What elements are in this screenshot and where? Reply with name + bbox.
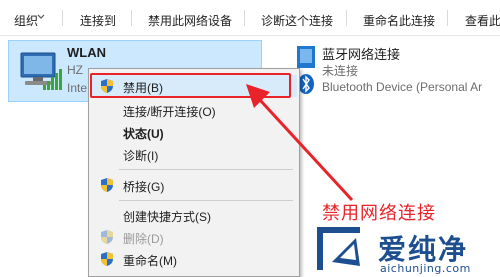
adapter-name: 蓝牙网络连接 bbox=[322, 47, 401, 62]
menu-item-label: 创建快捷方式(S) bbox=[123, 210, 211, 224]
uac-shield-icon bbox=[101, 252, 113, 266]
brand-logo-icon bbox=[317, 227, 360, 270]
rename-connection-button[interactable]: 重命名此连接 bbox=[363, 12, 435, 29]
brand-url: aichunjing.com bbox=[380, 262, 471, 275]
menu-item-label: 重命名(M) bbox=[123, 254, 177, 268]
toolbar-divider bbox=[447, 10, 448, 26]
menu-item-label: 诊断(I) bbox=[123, 149, 159, 163]
toolbar-divider bbox=[62, 10, 63, 26]
menu-item-label: 状态(U) bbox=[123, 127, 164, 141]
adapter-status: 未连接 bbox=[322, 64, 359, 78]
organize-menu-button[interactable]: 组织 bbox=[14, 12, 38, 29]
adapter-name: WLAN bbox=[67, 45, 106, 60]
watermark: 爱纯净 aichunjing.com bbox=[300, 222, 500, 277]
menu-item-label: 连接/断开连接(O) bbox=[123, 105, 216, 119]
chevron-down-icon bbox=[37, 14, 45, 19]
diagnose-connection-button[interactable]: 诊断这个连接 bbox=[261, 12, 333, 29]
uac-shield-icon bbox=[101, 230, 113, 244]
disable-device-button[interactable]: 禁用此网络设备 bbox=[148, 12, 232, 29]
view-status-button[interactable]: 查看此 bbox=[465, 12, 500, 29]
toolbar-divider bbox=[244, 10, 245, 26]
menu-item-label: 删除(D) bbox=[123, 232, 164, 246]
adapter-device: Inte bbox=[67, 81, 88, 95]
menu-item-label: 桥接(G) bbox=[123, 180, 165, 194]
wireless-adapter-icon bbox=[20, 52, 62, 90]
adapter-network: HZ bbox=[67, 63, 83, 77]
connect-to-button[interactable]: 连接到 bbox=[80, 12, 116, 29]
menu-item-delete: 删除(D) bbox=[91, 226, 297, 248]
command-bar: 组织 连接到 禁用此网络设备 诊断这个连接 重命名此连接 查看此 bbox=[0, 0, 500, 36]
menu-item-rename[interactable]: 重命名(M) bbox=[91, 248, 297, 270]
uac-shield-icon bbox=[101, 178, 113, 192]
toolbar-divider bbox=[346, 10, 347, 26]
toolbar-divider bbox=[131, 10, 132, 26]
annotation-arrow bbox=[246, 84, 354, 202]
